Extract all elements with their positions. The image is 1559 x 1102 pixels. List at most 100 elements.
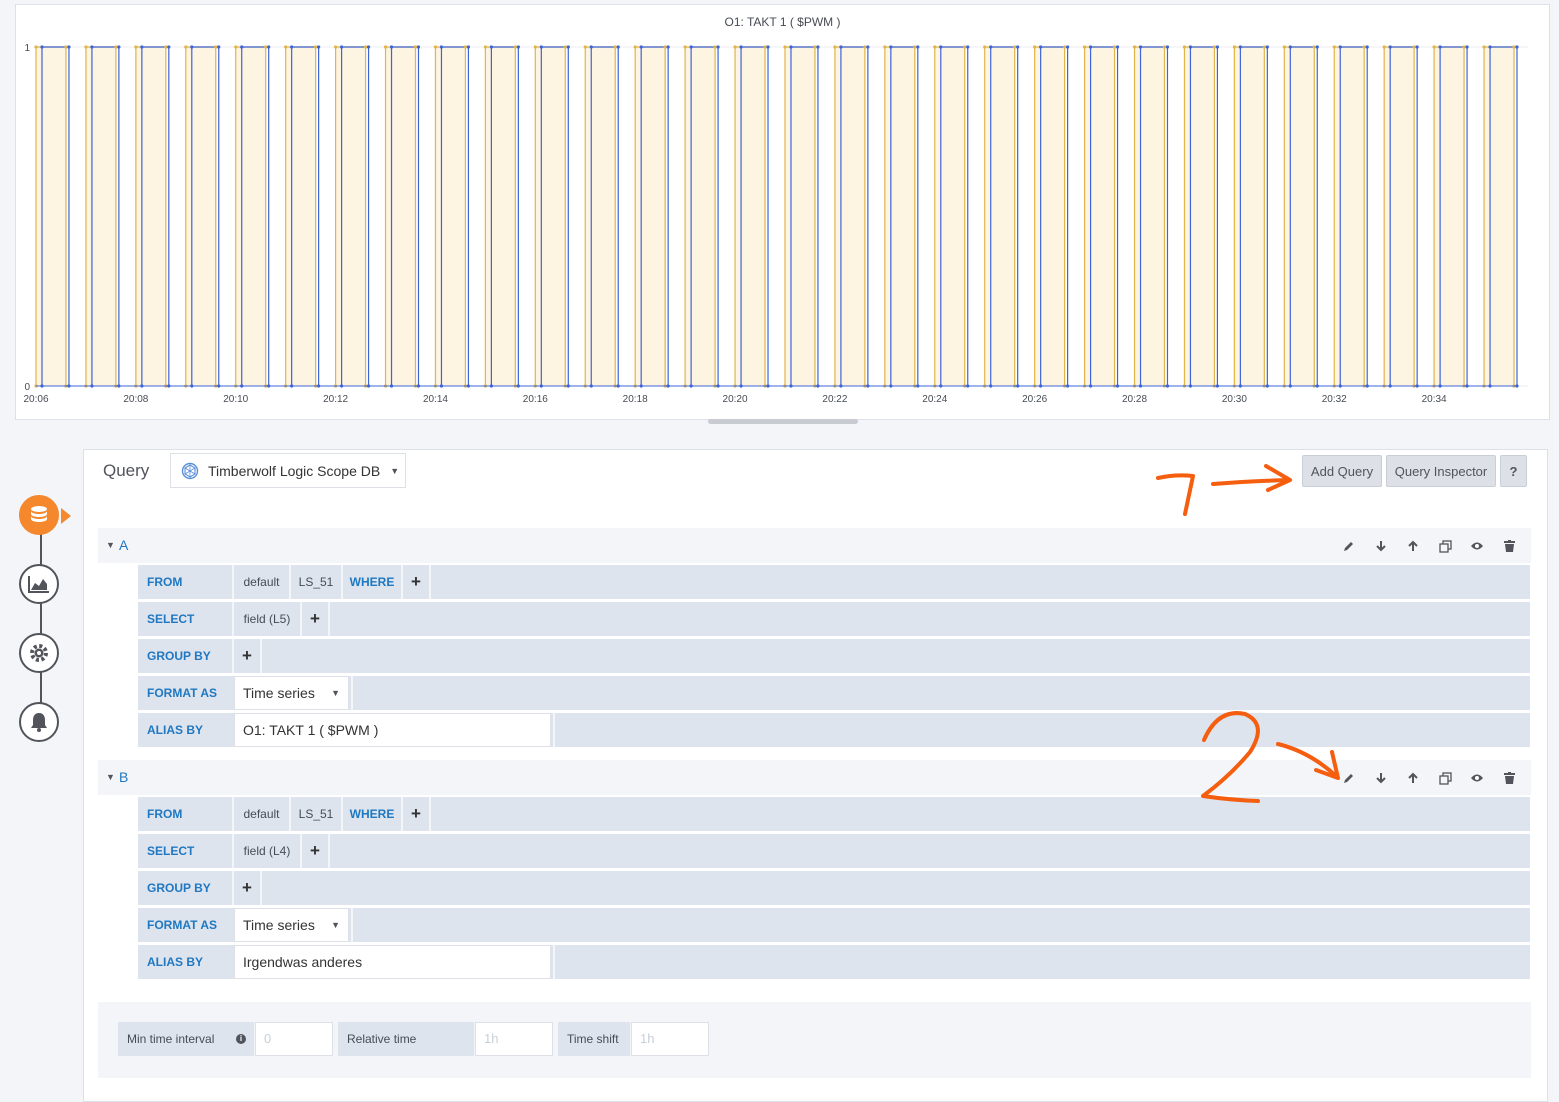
data-point-orange bbox=[913, 45, 917, 49]
data-point-blue bbox=[339, 45, 344, 49]
query-inspector-button[interactable]: Query Inspector bbox=[1386, 455, 1496, 487]
data-point-blue bbox=[1265, 45, 1269, 49]
data-point-blue bbox=[489, 45, 493, 49]
query-a-header[interactable]: ▼ A bbox=[98, 528, 1531, 563]
format-select[interactable]: Time series ▼ bbox=[234, 676, 349, 710]
x-tick-label: 20:06 bbox=[23, 394, 48, 405]
general-tab-button[interactable] bbox=[19, 633, 59, 673]
add-where-button[interactable]: + bbox=[401, 797, 429, 831]
series-fill-area bbox=[85, 47, 116, 386]
series-fill-area bbox=[385, 47, 416, 386]
data-point-blue bbox=[439, 45, 444, 49]
add-select-button[interactable]: + bbox=[300, 834, 328, 868]
queries-tab-button[interactable] bbox=[19, 495, 59, 535]
visualization-tab-button[interactable] bbox=[19, 564, 59, 604]
data-point-orange bbox=[1482, 45, 1486, 49]
arrow-down-icon[interactable] bbox=[1365, 769, 1397, 787]
query-a-select-row: SELECT field (L5) + bbox=[138, 602, 1530, 636]
graph-panel: O1: TAKT 1 ( $PWM ) 1 0 20:06 20:08 20:10 20:… bbox=[15, 4, 1550, 420]
query-b-header[interactable]: ▼ B bbox=[98, 760, 1531, 795]
datasource-picker[interactable]: Timberwolf Logic Scope DB ▼ bbox=[170, 453, 406, 488]
series-fill-area bbox=[934, 47, 965, 386]
database-segment[interactable]: default bbox=[232, 565, 289, 599]
data-point-blue bbox=[939, 45, 943, 49]
eye-icon[interactable] bbox=[1461, 537, 1493, 555]
rail-connector bbox=[40, 516, 42, 722]
series-fill-area bbox=[1134, 47, 1165, 386]
series-fill-area bbox=[1384, 47, 1415, 386]
add-query-button[interactable]: Add Query bbox=[1302, 455, 1382, 487]
data-point-orange bbox=[333, 45, 338, 49]
collapse-toggle-icon[interactable]: ▼ bbox=[106, 772, 115, 782]
pencil-icon[interactable] bbox=[1333, 537, 1365, 555]
query-b-select-row: SELECT field (L4) + bbox=[138, 834, 1530, 868]
duplicate-icon[interactable] bbox=[1429, 769, 1461, 787]
alias-input[interactable]: O1: TAKT 1 ( $PWM ) bbox=[234, 713, 551, 747]
data-point-orange bbox=[933, 45, 937, 49]
arrow-up-icon[interactable] bbox=[1397, 537, 1429, 555]
data-point-blue bbox=[989, 45, 993, 49]
add-group-by-button[interactable]: + bbox=[232, 639, 260, 673]
data-point-orange bbox=[1232, 45, 1236, 49]
series-fill-area bbox=[585, 47, 616, 386]
query-a-format-row: FORMAT AS Time series ▼ bbox=[138, 676, 1530, 710]
trash-icon[interactable] bbox=[1493, 769, 1525, 787]
series-fill-area bbox=[984, 47, 1015, 386]
data-point-blue bbox=[466, 45, 471, 49]
row-filler bbox=[351, 908, 1530, 942]
eye-icon[interactable] bbox=[1461, 769, 1493, 787]
series-fill-area bbox=[635, 47, 666, 386]
data-point-orange bbox=[583, 45, 587, 49]
data-point-orange bbox=[284, 45, 288, 49]
data-point-blue bbox=[290, 45, 294, 49]
x-tick-label: 20:16 bbox=[523, 394, 548, 405]
series-fill-area bbox=[884, 47, 915, 386]
row-filler bbox=[328, 602, 1530, 636]
info-icon[interactable]: i bbox=[236, 1034, 246, 1044]
collapse-toggle-icon[interactable]: ▼ bbox=[106, 540, 115, 550]
min-interval-input[interactable]: 0 bbox=[255, 1022, 333, 1056]
row-filler bbox=[429, 565, 1530, 599]
time-shift-input[interactable]: 1h bbox=[631, 1022, 709, 1056]
add-where-button[interactable]: + bbox=[401, 565, 429, 599]
alias-input[interactable]: Irgendwas anderes bbox=[234, 945, 551, 979]
database-segment[interactable]: default bbox=[232, 797, 289, 831]
row-filler bbox=[328, 834, 1530, 868]
query-b-group-row: GROUP BY + bbox=[138, 871, 1530, 905]
pencil-icon[interactable] bbox=[1333, 769, 1365, 787]
data-point-blue bbox=[839, 45, 843, 49]
x-tick-label: 20:22 bbox=[822, 394, 847, 405]
series-fill-area bbox=[1084, 47, 1115, 386]
alert-tab-button[interactable] bbox=[19, 702, 59, 742]
measurement-segment[interactable]: LS_51 bbox=[289, 797, 341, 831]
field-segment[interactable]: field (L5) bbox=[232, 602, 300, 636]
arrow-down-icon[interactable] bbox=[1365, 537, 1397, 555]
field-segment[interactable]: field (L4) bbox=[232, 834, 300, 868]
relative-time-input[interactable]: 1h bbox=[475, 1022, 553, 1056]
group-by-keyword: GROUP BY bbox=[138, 639, 232, 673]
data-point-blue bbox=[1288, 45, 1292, 49]
data-point-orange bbox=[683, 45, 687, 49]
data-point-orange bbox=[1212, 45, 1217, 49]
query-refid[interactable]: B bbox=[119, 769, 128, 785]
data-point-blue bbox=[916, 45, 920, 49]
duplicate-icon[interactable] bbox=[1429, 537, 1461, 555]
data-point-blue bbox=[866, 45, 870, 49]
data-point-orange bbox=[214, 45, 218, 49]
add-select-button[interactable]: + bbox=[300, 602, 328, 636]
format-select[interactable]: Time series ▼ bbox=[234, 908, 349, 942]
data-point-blue bbox=[1088, 45, 1093, 49]
query-refid[interactable]: A bbox=[119, 537, 128, 553]
data-point-orange bbox=[234, 45, 238, 49]
measurement-segment[interactable]: LS_51 bbox=[289, 565, 341, 599]
query-a-alias-row: ALIAS BY O1: TAKT 1 ( $PWM ) bbox=[138, 713, 1530, 747]
add-group-by-button[interactable]: + bbox=[232, 871, 260, 905]
data-point-blue bbox=[190, 45, 194, 49]
trash-icon[interactable] bbox=[1493, 537, 1525, 555]
graph-canvas: 1 020:06 20:08 20:10 20:12 20:14 20:16 20:18 20:… bbox=[23, 43, 1528, 405]
series-fill-area bbox=[1284, 47, 1315, 386]
panel-resize-handle[interactable] bbox=[708, 419, 858, 424]
series-fill-area bbox=[185, 47, 216, 386]
help-button[interactable]: ? bbox=[1500, 455, 1527, 487]
arrow-up-icon[interactable] bbox=[1397, 769, 1429, 787]
